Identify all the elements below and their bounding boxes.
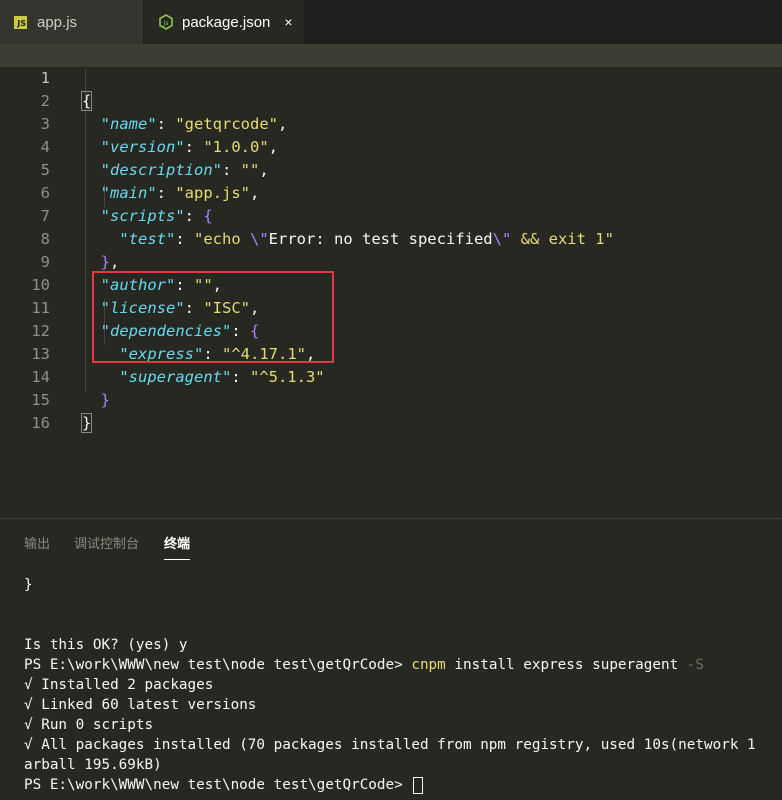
dependencies-highlight-box [92,271,334,363]
terminal-output: Installed 2 packages [32,677,214,693]
terminal-line: √ All packages installed (70 packages in… [24,735,782,755]
terminal-line: arball 195.69kB) [24,757,162,773]
editor-tab-bar: JS app.js js package.json × [0,0,782,44]
code-line: 1 { [0,44,782,111]
code-line: 6 "scripts": { [0,159,782,225]
code-line: 16 [0,389,782,432]
terminal-line: PS E:\work\WWW\new test\node test\getQrC… [24,655,782,675]
terminal-flag: -S [686,657,705,673]
terminal-command: cnpm [411,657,446,673]
terminal-prompt: PS E:\work\WWW\new test\node test\getQrC… [24,657,412,673]
check-icon: √ [24,697,33,713]
terminal-line: PS E:\work\WWW\new test\node test\getQrC… [24,775,782,795]
terminal-prompt: PS E:\work\WWW\new test\node test\getQrC… [24,777,412,793]
terminal[interactable]: } ​ Is this OK? (yes) y PS E:\work\WWW\n… [24,575,782,795]
terminal-line: ​ [24,615,782,635]
code-line: 9 "author": "", [0,228,782,294]
code-line: 5 "main": "app.js", [0,136,782,202]
tab-label: app.js [37,13,78,31]
terminal-line: √ Installed 2 packages [24,675,782,695]
terminal-line: √ Linked 60 latest versions [24,695,782,715]
js-file-icon: JS [14,15,27,29]
code-line: 2 "name": "getqrcode", [0,67,782,133]
check-icon: √ [24,737,33,753]
terminal-output: Run 0 scripts [32,717,154,733]
tab-package-json[interactable]: js package.json × [144,0,304,44]
code-line: 3 "version": "1.0.0", [0,90,782,156]
terminal-output: All packages installed (70 packages inst… [32,737,756,753]
terminal-line: √ Run 0 scripts [24,715,782,735]
terminal-output: Linked 60 latest versions [32,697,257,713]
tab-label: package.json [182,13,271,31]
close-brace: } [80,413,93,433]
code-line: 7 "test": "echo \"Error: no test specifi… [0,182,782,248]
code-line: 15 } [0,366,782,433]
terminal-line: } [24,577,33,593]
svg-text:js: js [163,20,169,27]
line-number: 16 [31,414,50,432]
terminal-line: Is this OK? (yes) y [24,637,188,653]
panel-tabs: 输出 调试控制台 终端 [0,519,782,560]
check-icon: √ [24,717,33,733]
check-icon: √ [24,677,33,693]
node-json-icon: js [158,14,174,30]
tab-debug-console[interactable]: 调试控制台 [74,533,139,552]
code-line: 8 }, [0,205,782,271]
close-icon[interactable]: × [284,14,292,30]
code-line: 4 "description": "", [0,113,782,179]
tab-terminal[interactable]: 终端 [164,533,191,560]
tab-output[interactable]: 输出 [24,533,50,552]
terminal-args: install express superagent [445,657,687,673]
code-editor[interactable]: 1 { 2 "name": "getqrcode", 3 "version": … [0,44,782,518]
bottom-panel: 输出 调试控制台 终端 } ​ Is this OK? (yes) y PS E… [0,518,782,800]
tab-app-js[interactable]: JS app.js [0,0,143,44]
terminal-cursor [413,776,424,794]
